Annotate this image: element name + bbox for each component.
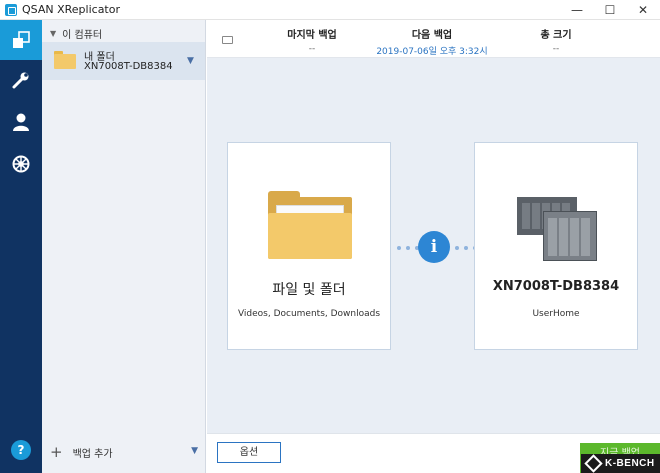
folder-icon (54, 51, 76, 69)
last-backup-value: -- (308, 44, 316, 54)
source-title: 파일 및 폴더 (272, 282, 346, 298)
options-button[interactable]: 옵션 (217, 442, 281, 463)
comment-icon[interactable] (222, 36, 233, 44)
rail-item-settings[interactable] (0, 144, 42, 184)
add-backup-button[interactable]: + 백업 추가 ▼ (50, 444, 200, 460)
source-card[interactable]: 파일 및 폴더 Videos, Documents, Downloads (227, 142, 391, 350)
folder-icon (268, 191, 352, 259)
wrench-icon (12, 72, 29, 89)
close-button[interactable]: ✕ (626, 0, 660, 20)
tree-item-subtitle: XN7008T-DB8384 (84, 61, 173, 72)
watermark-logo: K-BENCH (581, 454, 660, 473)
rail-item-tools[interactable] (0, 60, 42, 100)
backup-canvas: 파일 및 폴더 Videos, Documents, Downloads i X… (207, 58, 660, 433)
plus-icon: + (50, 443, 63, 461)
next-backup-value: 2019-07-06일 오후 3:32시 (376, 47, 488, 57)
window-title: QSAN XReplicator (22, 3, 120, 16)
destination-subtitle: UserHome (532, 309, 580, 319)
last-backup-label: 마지막 백업 (287, 30, 337, 41)
last-backup: 마지막 백업 -- (267, 26, 357, 54)
total-size-value: -- (552, 44, 560, 54)
gear-icon (12, 155, 30, 173)
title-bar: QSAN XReplicator — ☐ ✕ (0, 0, 660, 20)
nas-storage-icon (517, 197, 597, 261)
tree-header-label: 이 컴퓨터 (62, 30, 103, 41)
next-backup-label: 다음 백업 (411, 30, 453, 41)
tree-item-my-folder[interactable]: 내 폴더 XN7008T-DB8384 ▼ (42, 42, 205, 80)
user-icon (13, 113, 29, 131)
nav-rail: ? (0, 20, 42, 473)
watermark-text: K-BENCH (605, 458, 655, 469)
destination-card[interactable]: XN7008T-DB8384 UserHome (474, 142, 638, 350)
next-backup: 다음 백업 2019-07-06일 오후 3:32시 (372, 26, 492, 57)
connector-dots-left (397, 246, 419, 250)
backup-icon (13, 31, 30, 48)
rail-item-backup[interactable] (0, 20, 42, 60)
backup-tree-panel: ▼ 이 컴퓨터 내 폴더 XN7008T-DB8384 ▼ + 백업 추가 ▼ (42, 20, 206, 473)
destination-title: XN7008T-DB8384 (492, 279, 620, 294)
total-size-label: 총 크기 (540, 30, 572, 41)
app-logo-icon (5, 4, 17, 16)
add-backup-label: 백업 추가 (72, 448, 113, 460)
diamond-logo-icon (584, 454, 603, 473)
source-subtitle: Videos, Documents, Downloads (237, 309, 381, 319)
maximize-button[interactable]: ☐ (593, 0, 627, 20)
rail-item-account[interactable] (0, 102, 42, 142)
tree-header[interactable]: ▼ 이 컴퓨터 (50, 26, 102, 41)
chevron-down-icon[interactable]: ▼ (191, 446, 198, 456)
minimize-button[interactable]: — (560, 0, 594, 20)
chevron-down-icon[interactable]: ▼ (187, 56, 194, 66)
chevron-down-icon: ▼ (50, 29, 57, 38)
info-button[interactable]: i (418, 231, 450, 263)
backup-summary-bar: 마지막 백업 -- 다음 백업 2019-07-06일 오후 3:32시 총 크… (207, 20, 660, 58)
help-button[interactable]: ? (11, 440, 31, 460)
total-size: 총 크기 -- (517, 26, 595, 54)
